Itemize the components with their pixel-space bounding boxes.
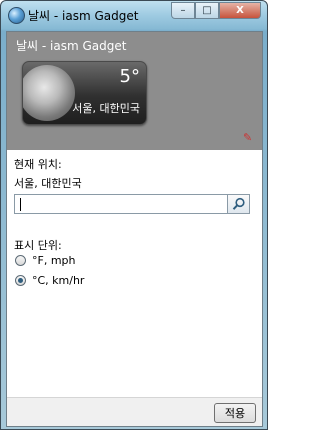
location-search-input[interactable] bbox=[14, 194, 228, 214]
unit-option-fahrenheit[interactable]: °F, mph bbox=[15, 254, 76, 267]
search-icon bbox=[232, 197, 245, 210]
text-caret bbox=[20, 198, 21, 211]
gadget-preview: 날씨 - iasm Gadget 5° 서울, 대한민국 ✎ bbox=[7, 32, 262, 150]
temperature: 5° bbox=[119, 66, 140, 87]
current-location-label: 현재 위치: bbox=[14, 158, 62, 171]
minimize-button[interactable]: – bbox=[171, 2, 195, 19]
apply-button[interactable]: 적용 bbox=[214, 403, 256, 423]
window-title: 날씨 - iasm Gadget bbox=[28, 9, 139, 23]
search-button[interactable] bbox=[227, 194, 250, 214]
location-label: 서울, 대한민국 bbox=[72, 102, 140, 115]
close-button[interactable]: X bbox=[219, 2, 261, 19]
client-area: 날씨 - iasm Gadget 5° 서울, 대한민국 ✎ 현재 위치: 서울… bbox=[6, 31, 263, 427]
radio-button-checked[interactable] bbox=[15, 275, 26, 286]
display-units-label: 표시 단위: bbox=[14, 239, 62, 252]
maximize-button[interactable]: □ bbox=[195, 2, 219, 19]
unit-option-label: °F, mph bbox=[32, 254, 76, 267]
gadget-window: 날씨 - iasm Gadget – □ X 날씨 - iasm Gadget … bbox=[0, 0, 268, 430]
unit-option-celsius[interactable]: °C, km/hr bbox=[15, 274, 84, 287]
caption-buttons: – □ X bbox=[171, 2, 261, 20]
radio-button[interactable] bbox=[15, 255, 26, 266]
current-location-value: 서울, 대한민국 bbox=[14, 177, 82, 190]
button-bar: 적용 bbox=[7, 397, 262, 426]
moon-icon bbox=[23, 65, 75, 121]
weather-tile[interactable]: 5° 서울, 대한민국 bbox=[22, 61, 147, 125]
title-bar[interactable]: 날씨 - iasm Gadget – □ X bbox=[1, 1, 267, 29]
wrench-icon[interactable]: ✎ bbox=[243, 131, 256, 144]
unit-option-label: °C, km/hr bbox=[32, 274, 85, 287]
settings-panel: 현재 위치: 서울, 대한민국 표시 단위: °F, mph °C, km/hr bbox=[7, 150, 262, 426]
gadget-header: 날씨 - iasm Gadget bbox=[16, 39, 127, 53]
globe-icon bbox=[8, 7, 25, 24]
